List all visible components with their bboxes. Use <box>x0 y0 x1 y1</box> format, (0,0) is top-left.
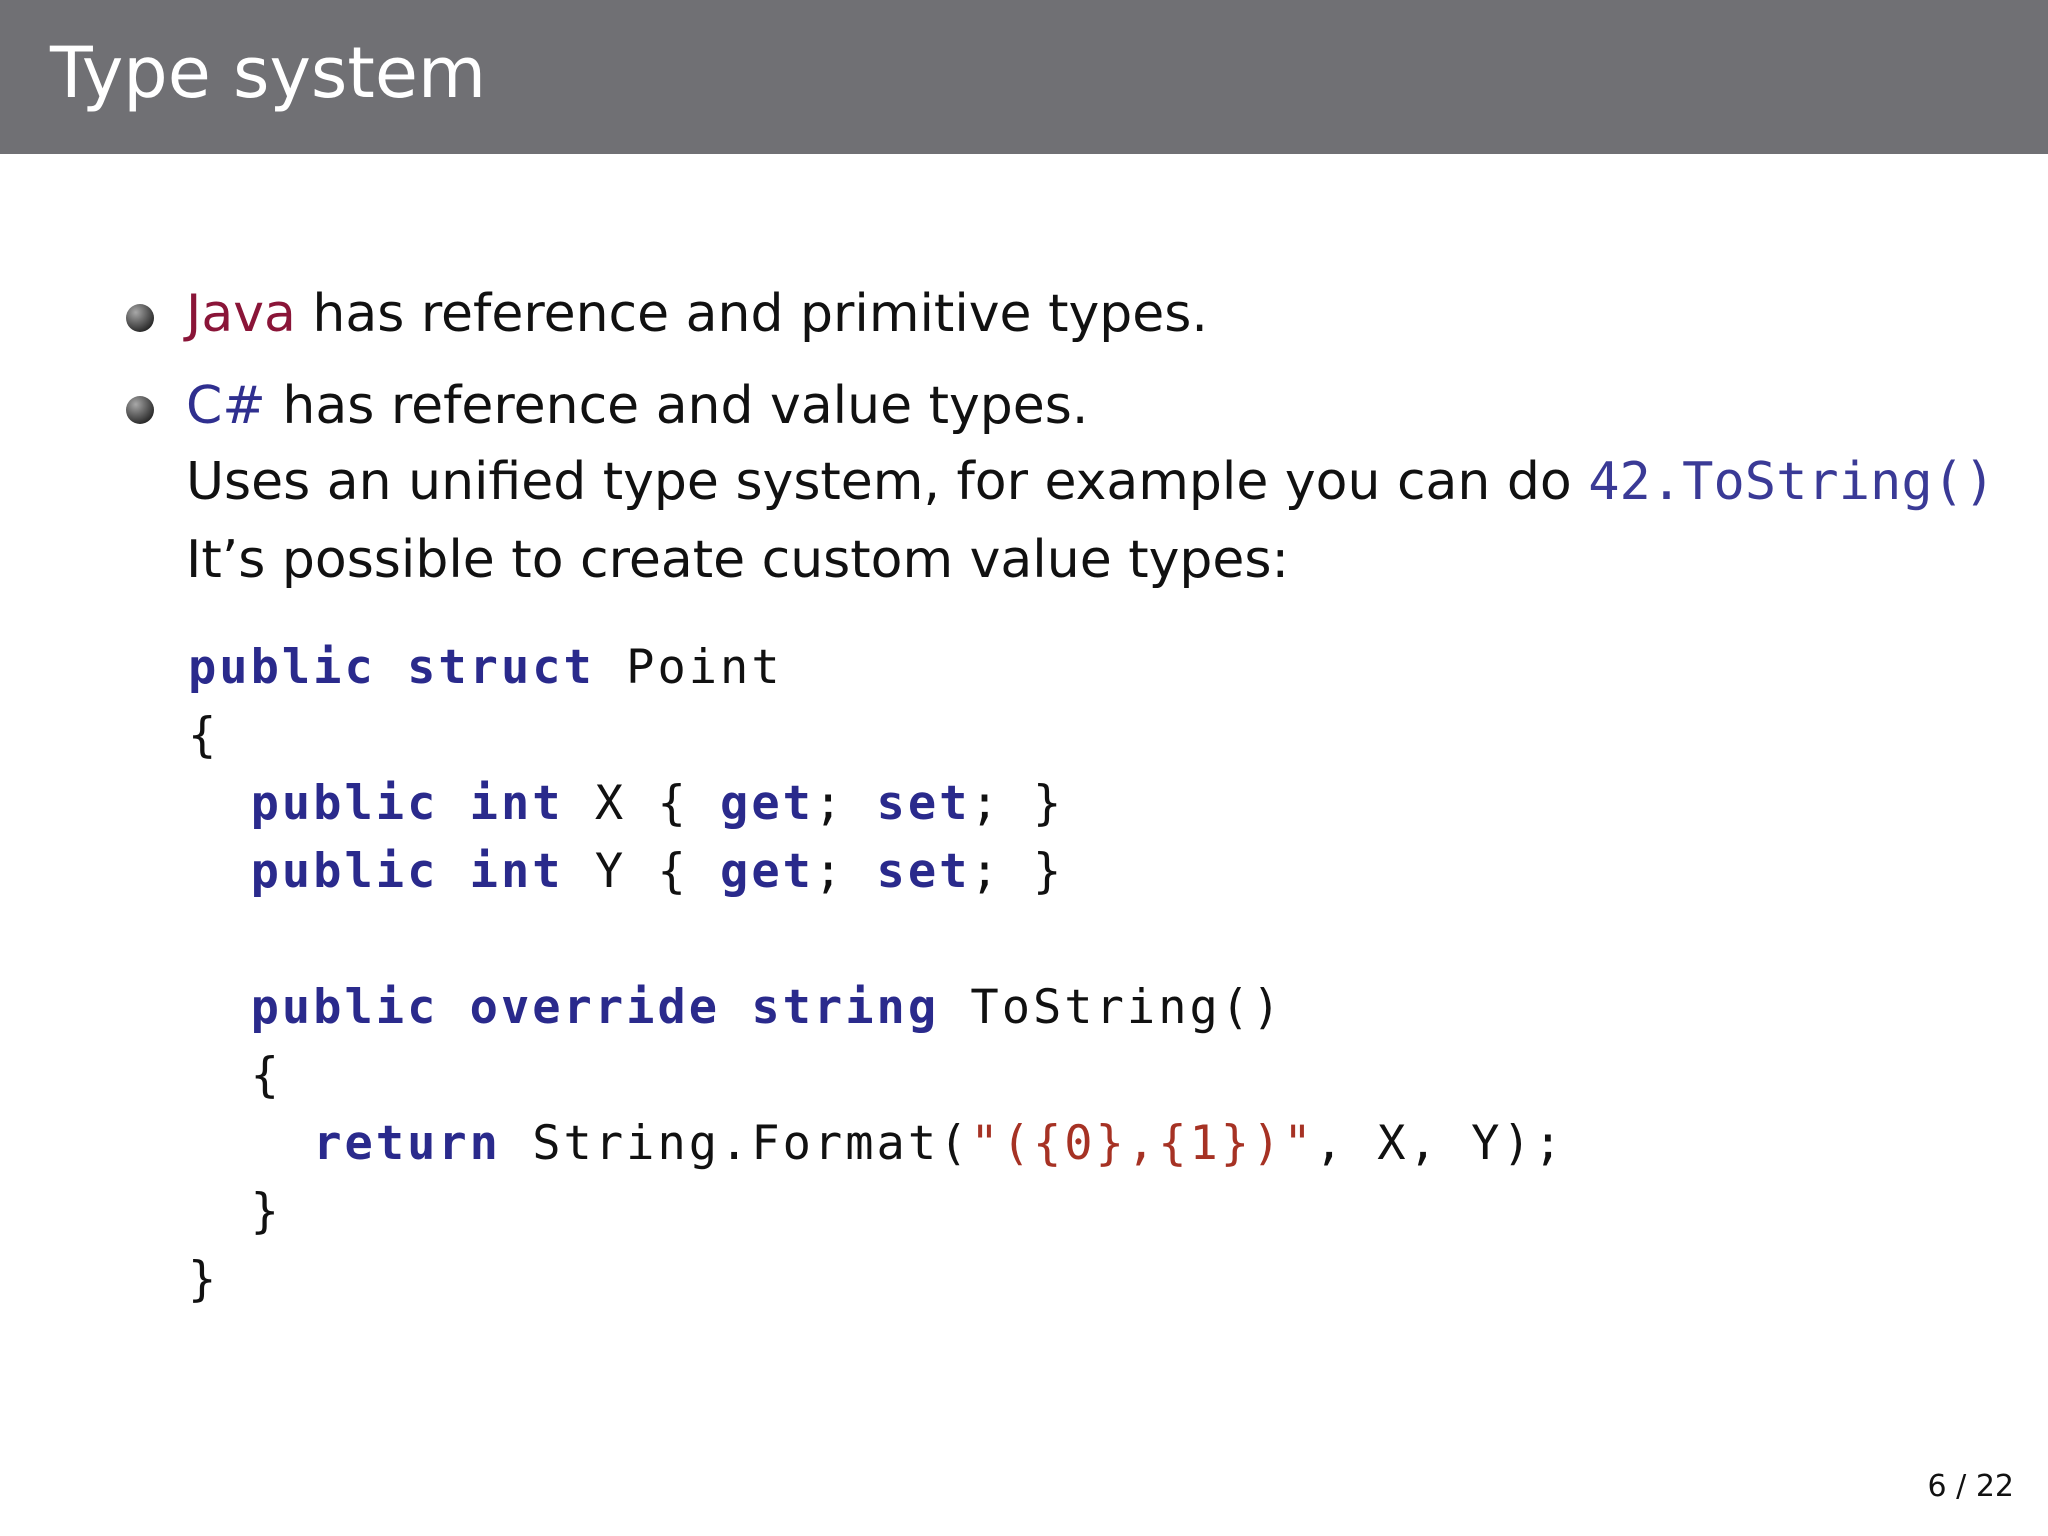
code-string-literal: "({0},{1})" <box>970 1116 1315 1171</box>
code-call-arguments: , X, Y); <box>1314 1116 1566 1171</box>
code-punctuation: ; <box>813 776 846 831</box>
code-brace: } <box>250 1184 282 1239</box>
bullet-icon <box>126 396 154 424</box>
code-keyword: public <box>188 640 376 695</box>
csharp-label: C# <box>186 376 266 436</box>
code-brace: } <box>1033 776 1065 831</box>
csharp-bullet-text: has reference and value types. <box>265 376 1089 436</box>
code-brace: } <box>188 1252 220 1307</box>
code-method-name: ToString() <box>970 980 1284 1035</box>
code-brace: { <box>188 708 220 763</box>
code-brace: { <box>250 1048 282 1103</box>
page-number: 6 / 22 <box>1927 1469 2014 1504</box>
code-identifier: X <box>594 776 627 831</box>
code-keyword: set <box>876 844 971 899</box>
code-keyword: return <box>313 1116 501 1171</box>
unified-type-text: Uses an unified type system, for example… <box>186 452 1589 512</box>
bullet-csharp: C# has reference and value types. <box>186 380 1088 432</box>
bullet-icon <box>126 304 154 332</box>
code-keyword: public <box>250 776 439 831</box>
code-keyword: get <box>720 776 814 831</box>
java-bullet-text: has reference and primitive types. <box>295 284 1208 344</box>
code-keyword: int <box>469 776 564 831</box>
bullet-list: Java has reference and primitive types. … <box>0 0 2048 700</box>
code-punctuation: ; <box>970 844 1002 899</box>
code-keyword: set <box>876 776 971 831</box>
code-keyword: public <box>250 980 439 1035</box>
code-call: String.Format( <box>532 1116 971 1171</box>
code-keyword: override <box>469 980 721 1035</box>
code-keyword: get <box>720 844 814 899</box>
unified-type-line: Uses an unified type system, for example… <box>186 456 1995 508</box>
java-label: Java <box>186 284 296 344</box>
code-block: public struct Point { public int X { get… <box>188 634 1565 1314</box>
custom-value-types-line: It’s possible to create custom value typ… <box>186 530 1289 590</box>
code-brace: { <box>657 776 689 831</box>
code-punctuation: ; <box>813 844 846 899</box>
code-keyword: int <box>469 844 564 899</box>
code-keyword: struct <box>407 640 595 695</box>
bullet-java: Java has reference and primitive types. <box>186 288 1208 340</box>
code-identifier: Point <box>626 640 783 695</box>
code-brace: } <box>1033 844 1065 899</box>
code-identifier: Y <box>594 844 627 899</box>
code-keyword: public <box>250 844 439 899</box>
inline-code-tostring: 42.ToString() <box>1588 452 1996 512</box>
code-punctuation: ; <box>970 776 1002 831</box>
code-keyword: string <box>751 980 940 1035</box>
code-brace: { <box>657 844 689 899</box>
